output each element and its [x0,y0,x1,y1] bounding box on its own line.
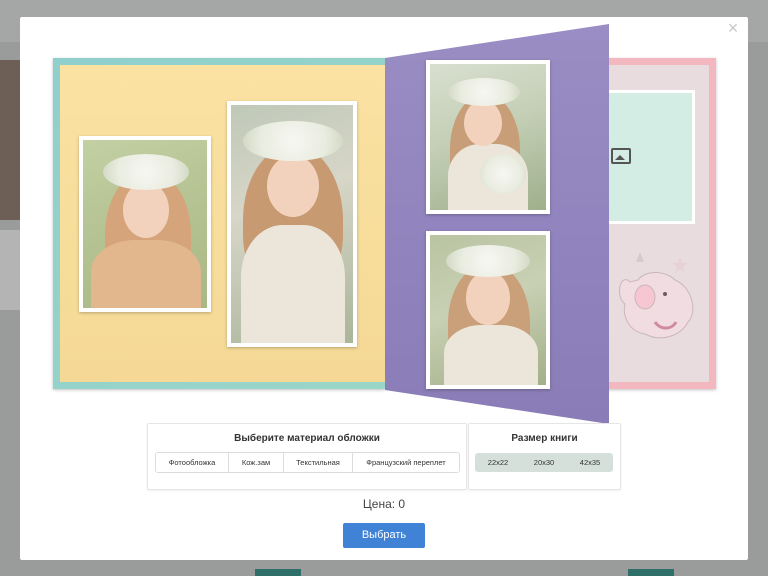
size-option-20x30[interactable]: 20x30 [521,453,567,472]
size-panel-title: Размер книги [511,433,578,444]
empty-photo-slot [594,90,695,224]
size-option-22x22[interactable]: 22x22 [475,453,521,472]
background-button [628,569,674,576]
photo-frame [426,60,550,214]
book-cover-modal: × Выберите материал обложки Фотообложка … [20,17,748,560]
photo-frame [426,231,550,389]
material-options: Фотообложка Кож.зам Текстильная Французс… [155,452,460,473]
material-option-french-binding[interactable]: Французский переплет [353,453,459,472]
price-label: Цена: 0 [362,497,406,511]
photo-girl-wreath [231,105,353,343]
material-panel-title: Выберите материал обложки [234,433,380,444]
book-size-panel: Размер книги 22x22 20x30 42x35 [468,423,621,490]
material-option-textile[interactable]: Текстильная [284,453,353,472]
photo-frame [227,101,357,347]
background-button [255,569,301,576]
size-options: 22x22 20x30 42x35 [475,453,613,472]
choose-button[interactable]: Выбрать [343,523,425,548]
photo-girl-wreath [83,140,207,308]
material-option-photo[interactable]: Фотообложка [156,453,229,472]
background-card-text [0,230,20,310]
size-option-42x35[interactable]: 42x35 [567,453,613,472]
photo-girl-flowers [430,64,546,210]
material-option-leatherette[interactable]: Кож.зам [229,453,284,472]
photo-frame [79,136,211,312]
photo-girl-wreath [430,235,546,385]
elephant-illustration [619,252,694,339]
book-preview [20,17,748,427]
cover-material-panel: Выберите материал обложки Фотообложка Ко… [147,423,467,490]
background-card [0,60,20,220]
image-icon [611,148,631,164]
